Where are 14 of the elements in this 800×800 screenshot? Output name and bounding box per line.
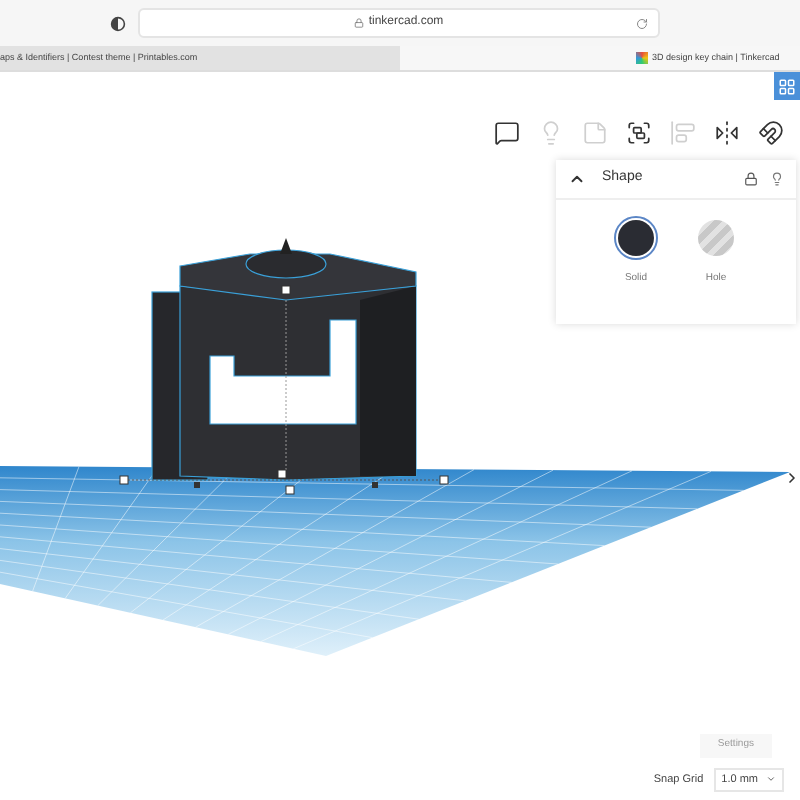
group-icon[interactable] [626, 120, 652, 146]
lock-icon[interactable] [744, 172, 758, 186]
reload-icon[interactable] [636, 17, 648, 29]
lock-icon [354, 18, 365, 28]
bulb-icon[interactable] [770, 172, 784, 186]
magnet-icon[interactable] [758, 120, 784, 146]
caret-icon [766, 774, 776, 785]
mirror-icon[interactable] [714, 120, 740, 146]
apps-grid-button[interactable] [774, 72, 800, 100]
solid-swatch[interactable] [614, 216, 658, 260]
collapse-icon[interactable] [568, 170, 586, 188]
chevron-right-icon[interactable] [784, 470, 800, 486]
note-icon[interactable] [494, 120, 520, 146]
favicon-icon [636, 52, 648, 64]
